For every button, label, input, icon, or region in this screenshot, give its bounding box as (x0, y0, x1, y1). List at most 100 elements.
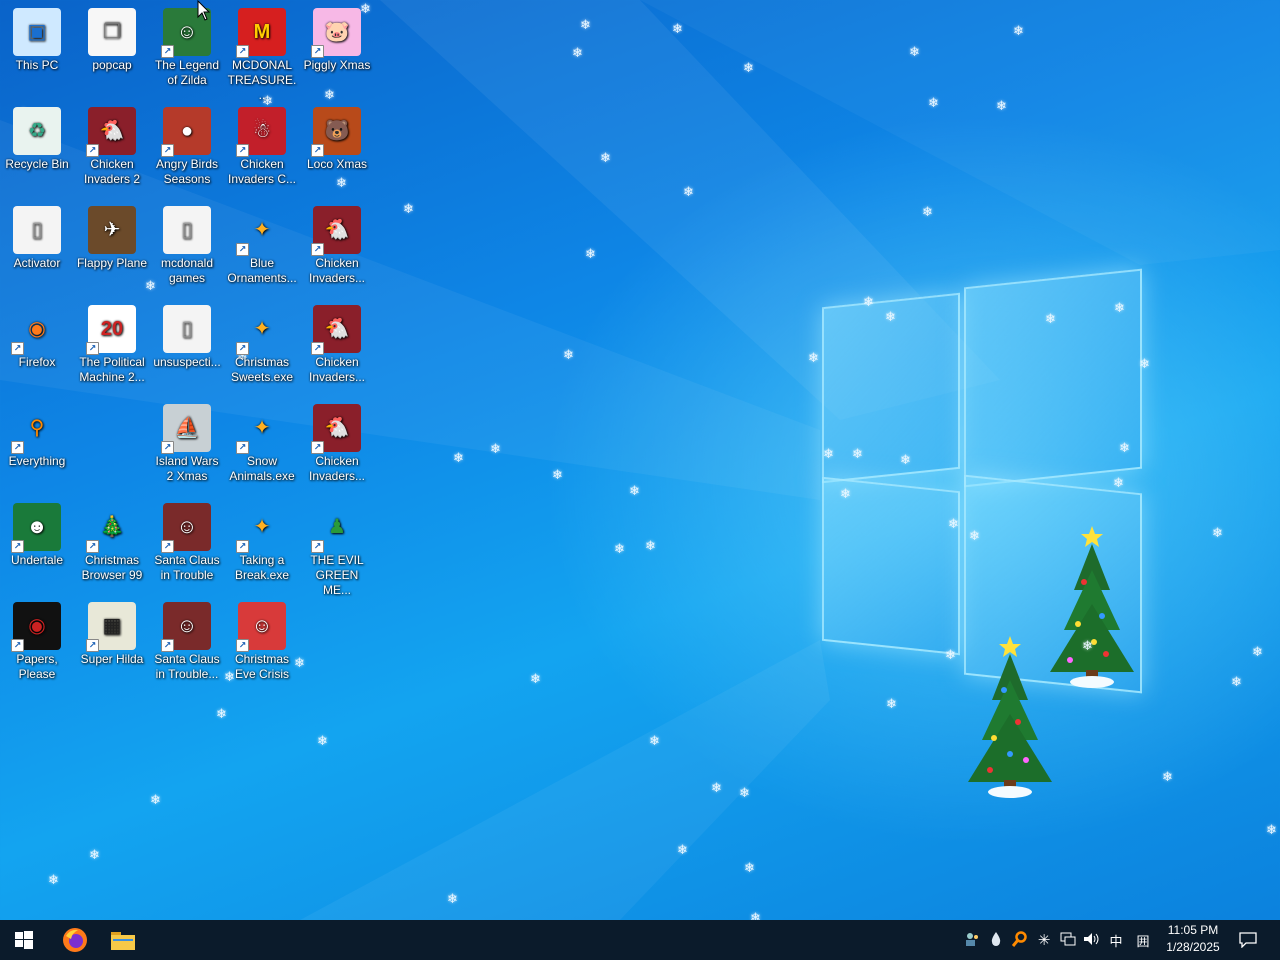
desktop-icon[interactable]: ▯ mcdonald games (151, 202, 223, 298)
search-tray-icon[interactable] (1008, 930, 1032, 950)
desktop-icon-label: Christmas Sweets.exe (230, 355, 294, 384)
undertale-icon: ☻ ↗ (11, 503, 61, 553)
desktop-icon-label: Recycle Bin (5, 157, 69, 171)
desktop-icon[interactable]: ▯ unsuspecti... (151, 301, 223, 397)
snowflake: ❄ (216, 706, 227, 721)
desktop-icon[interactable]: ☃ ↗ Chicken Invaders C... (226, 103, 298, 199)
desktop-icon[interactable]: ✦ ↗ Christmas Sweets.exe (226, 301, 298, 397)
snowflake: ❄ (672, 21, 683, 36)
shortcut-arrow-icon: ↗ (236, 144, 249, 157)
taskbar-file-explorer-button[interactable] (99, 920, 147, 960)
snowflake: ❄ (808, 350, 819, 365)
snowflake: ❄ (711, 780, 722, 795)
ime-language-indicator[interactable]: 中 (1104, 931, 1128, 950)
desktop-icon[interactable]: ◉ ↗ Firefox (1, 301, 73, 397)
ime-mode-indicator[interactable]: 囲 (1128, 931, 1158, 950)
desktop-icon[interactable]: ▯ Activator (1, 202, 73, 298)
desktop-icon-label: Snow Animals.exe (229, 454, 295, 483)
snowflake: ❄ (1252, 644, 1263, 659)
desktop-icon[interactable]: ✈ Flappy Plane (76, 202, 148, 298)
start-button[interactable] (0, 920, 48, 960)
desktop-icon[interactable]: ♻ Recycle Bin (1, 103, 73, 199)
snowflake: ❄ (572, 45, 583, 60)
snowflake: ❄ (552, 467, 563, 482)
snowflake: ❄ (1231, 674, 1242, 689)
desktop-icon[interactable]: ☺ ↗ Christmas Eve Crisis (226, 598, 298, 694)
desktop-icon-label: Santa Claus in Trouble... (154, 652, 220, 681)
desktop-icon[interactable]: ▣ This PC (1, 4, 73, 100)
desktop-icon[interactable]: 🎄 ↗ Christmas Browser 99 (76, 499, 148, 595)
shortcut-arrow-icon: ↗ (161, 144, 174, 157)
desktop-icon-label: Piggly Xmas (303, 58, 371, 72)
snowflake: ❄ (490, 441, 501, 456)
papers-please-icon: ◉ ↗ (11, 602, 61, 652)
snowflake: ❄ (928, 95, 939, 110)
taskbar-firefox-button[interactable] (51, 920, 99, 960)
desktop-icon[interactable]: ⛵ ↗ Island Wars 2 Xmas (151, 400, 223, 496)
santa-icon: ☺ ↗ (161, 602, 211, 652)
desktop-icon-label: The Legend of Zilda (154, 58, 220, 87)
snowflake: ❄ (900, 452, 911, 467)
puzzle-exe-icon: ✦ ↗ (236, 305, 286, 355)
angry-birds-icon: ● ↗ (161, 107, 211, 157)
desktop-icon[interactable]: ◉ ↗ Papers, Please (1, 598, 73, 694)
network-icon[interactable] (1056, 932, 1080, 949)
desktop-icon-label: MCDONAL TREASURE... (227, 58, 297, 102)
shortcut-arrow-icon: ↗ (161, 540, 174, 553)
desktop-icon[interactable]: ⚲ ↗ Everything (1, 400, 73, 496)
desktop-icon-label: mcdonald games (160, 256, 214, 285)
snowflake: ❄ (945, 647, 956, 662)
droplet-icon[interactable] (984, 931, 1008, 950)
shortcut-arrow-icon: ↗ (236, 342, 249, 355)
desktop-icon[interactable]: ❐ popcap (76, 4, 148, 100)
snowflake: ❄ (948, 516, 959, 531)
desktop-icon[interactable]: 🐔 ↗ Chicken Invaders... (301, 400, 373, 496)
desktop-icon[interactable]: ☺ ↗ The Legend of Zilda (151, 4, 223, 100)
desktop-icon-label: Super Hilda (80, 652, 144, 666)
shortcut-arrow-icon: ↗ (86, 540, 99, 553)
action-center-button[interactable] (1228, 920, 1268, 960)
snowflake: ❄ (645, 538, 656, 553)
people-icon[interactable] (960, 931, 984, 950)
taskbar-clock[interactable]: 11:05 PM 1/28/2025 (1158, 922, 1228, 958)
desktop-icon[interactable]: ✦ ↗ Blue Ornaments... (226, 202, 298, 298)
shortcut-arrow-icon: ↗ (311, 243, 324, 256)
desktop-icon-label: Chicken Invaders... (308, 256, 366, 285)
shortcut-arrow-icon: ↗ (236, 441, 249, 454)
shortcut-arrow-icon: ↗ (311, 342, 324, 355)
desktop-icon[interactable]: 🐔 ↗ Chicken Invaders... (301, 202, 373, 298)
desktop-icon-label: Chicken Invaders... (308, 454, 366, 483)
desktop-icon[interactable]: ● ↗ Angry Birds Seasons (151, 103, 223, 199)
desktop-icon[interactable]: 20 ↗ The Political Machine 2... (76, 301, 148, 397)
shortcut-arrow-icon: ↗ (86, 342, 99, 355)
volume-icon[interactable] (1080, 932, 1104, 949)
clock-time: 11:05 PM (1167, 923, 1219, 937)
desktop-icon[interactable]: M ↗ MCDONAL TREASURE... (226, 4, 298, 102)
desktop-icon-label: Firefox (18, 355, 56, 369)
desktop-icon-label: Taking a Break.exe (234, 553, 290, 582)
desktop-icon[interactable]: 🐔 ↗ Chicken Invaders 2 (76, 103, 148, 199)
desktop-icon[interactable]: 🐔 ↗ Chicken Invaders... (301, 301, 373, 397)
desktop-icon[interactable]: ♟ ↗ THE EVIL GREEN ME... (301, 499, 373, 598)
santa-face-icon: ☺ ↗ (236, 602, 286, 652)
snowflake: ❄ (317, 733, 328, 748)
desktop-icon[interactable]: ☺ ↗ Santa Claus in Trouble... (151, 598, 223, 694)
desktop-icon-label: Christmas Browser 99 (81, 553, 143, 582)
file-icon: ▯ (163, 305, 211, 353)
desktop-icon[interactable]: ✦ ↗ Taking a Break.exe (226, 499, 298, 595)
desktop-icon[interactable]: ▦ ↗ Super Hilda (76, 598, 148, 694)
snowflake: ❄ (840, 486, 851, 501)
chicken-invaders-christmas-icon: ☃ ↗ (236, 107, 286, 157)
desktop-icon[interactable]: ✦ ↗ Snow Animals.exe (226, 400, 298, 496)
snowflake: ❄ (600, 150, 611, 165)
desktop-icon[interactable]: 🐷 ↗ Piggly Xmas (301, 4, 373, 100)
shortcut-arrow-icon: ↗ (236, 639, 249, 652)
snowflake-icon[interactable]: ✳ (1032, 931, 1056, 949)
shortcut-arrow-icon: ↗ (86, 639, 99, 652)
desktop-icon[interactable]: ☻ ↗ Undertale (1, 499, 73, 595)
chicken-invaders-icon: 🐔 ↗ (311, 404, 361, 454)
firefox-icon (63, 928, 87, 952)
mouse-cursor (197, 0, 211, 21)
desktop-icon[interactable]: 🐻 ↗ Loco Xmas (301, 103, 373, 199)
desktop-icon[interactable]: ☺ ↗ Santa Claus in Trouble (151, 499, 223, 595)
